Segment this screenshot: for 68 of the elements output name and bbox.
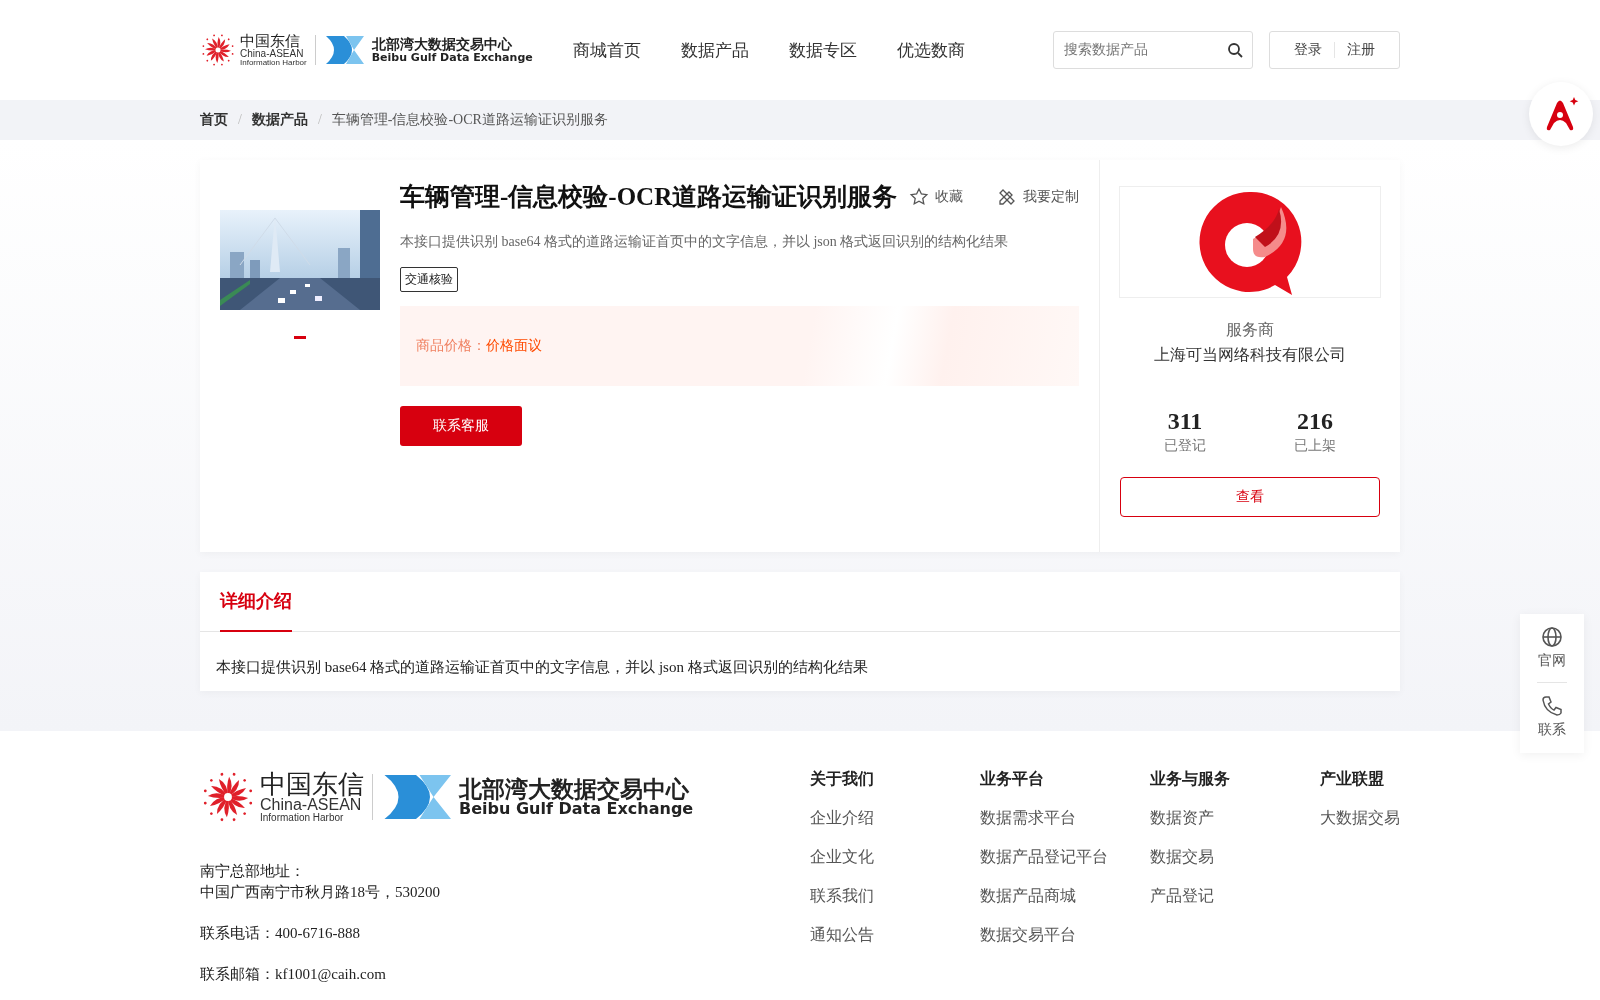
contact-link[interactable]: 联系 xyxy=(1538,695,1566,739)
globe-icon xyxy=(1541,626,1563,648)
breadcrumb-current: 车辆管理-信息校验-OCR道路运输证识别服务 xyxy=(331,111,608,129)
search-icon xyxy=(1227,42,1243,58)
footer-heading: 产业联盟 xyxy=(1320,769,1385,790)
provider-name: 上海可当网络科技有限公司 xyxy=(1154,345,1346,366)
logo-subtitle: China-ASEAN xyxy=(240,48,305,59)
footer-link[interactable]: 企业介绍 xyxy=(810,808,980,829)
footer-link[interactable]: 通知公告 xyxy=(810,925,980,946)
provider-label: 服务商 xyxy=(1226,320,1274,341)
website-link[interactable]: 官网 xyxy=(1538,626,1566,670)
detail-text: 本接口提供识别 base64 格式的道路运输证首页中的文字信息，并以 json 格式返回识别的结构化结果 xyxy=(215,658,869,677)
footer-link[interactable]: 产品登记 xyxy=(1150,886,1320,907)
stat-label: 已登记 xyxy=(1164,437,1206,455)
breadcrumb-separator: / xyxy=(317,112,322,128)
footer-link[interactable]: 数据需求平台 xyxy=(980,808,1150,829)
contact-service-button[interactable]: 联系客服 xyxy=(400,406,522,446)
product-title: 车辆管理-信息校验-OCR道路运输证识别服务 xyxy=(400,182,898,212)
detail-tab[interactable]: 详细介绍 xyxy=(220,572,292,632)
star-icon xyxy=(909,186,929,207)
side-label: 官网 xyxy=(1538,652,1566,670)
logo-title: 中国东信 xyxy=(240,33,300,49)
nav-link[interactable]: 优选数商 xyxy=(896,38,965,62)
footer-link[interactable]: 企业文化 xyxy=(810,847,980,868)
stat-value: 216 xyxy=(1297,408,1333,435)
logo-subtitle: Information Harbor xyxy=(260,813,345,823)
flower-logo-icon xyxy=(200,32,236,68)
stat-value: 311 xyxy=(1167,408,1203,435)
nav-link[interactable]: 数据专区 xyxy=(788,38,857,62)
breadcrumb-link[interactable]: 首页 xyxy=(200,111,228,129)
logo-title: 中国东信 xyxy=(260,771,364,797)
logo-title: 北部湾大数据交易中心 xyxy=(459,776,689,801)
logo-subtitle: China-ASEAN xyxy=(260,797,362,813)
footer-heading: 业务与服务 xyxy=(1150,769,1231,790)
logo-subtitle: Beibu Gulf Data Exchange xyxy=(459,800,694,818)
view-button[interactable]: 查看 xyxy=(1120,477,1380,517)
footer-link[interactable]: 数据交易平台 xyxy=(980,925,1150,946)
footer-link[interactable]: 数据交易 xyxy=(1150,847,1320,868)
address-text: 中国广西南宁市秋月路18号，530200 xyxy=(200,883,441,902)
side-label: 联系 xyxy=(1538,721,1566,739)
footer-link[interactable]: 数据产品登记平台 xyxy=(980,847,1150,868)
nav-link[interactable]: 数据产品 xyxy=(680,38,749,62)
logo-title: 北部湾大数据交易中心 xyxy=(371,36,513,52)
address-label: 南宁总部地址： xyxy=(200,862,306,881)
favorite-button[interactable]: 收藏 xyxy=(909,186,963,207)
login-link[interactable]: 登录 xyxy=(1282,41,1334,59)
search-field[interactable]: 搜索数据产品 xyxy=(1053,31,1253,69)
email-text: 联系邮箱：kf1001@caih.com xyxy=(200,965,387,984)
register-link[interactable]: 注册 xyxy=(1335,41,1387,59)
stat-label: 已上架 xyxy=(1294,437,1336,455)
price-label: 商品价格： xyxy=(416,337,486,355)
breadcrumb-separator: / xyxy=(238,112,242,128)
footer-link[interactable]: 数据产品商城 xyxy=(980,886,1150,907)
breadcrumb-link[interactable]: 数据产品 xyxy=(251,111,308,129)
logo-subtitle: Beibu Gulf Data Exchange xyxy=(371,51,533,64)
footer-heading: 关于我们 xyxy=(810,769,875,790)
product-description: 本接口提供识别 base64 格式的道路运输证首页中的文字信息，并以 json 格式返回识别的结构化结果 xyxy=(400,233,1010,251)
footer-heading: 业务平台 xyxy=(980,769,1045,790)
footer-link[interactable]: 数据资产 xyxy=(1150,808,1320,829)
category-tag: 交通核验 xyxy=(400,267,458,292)
phone-text: 联系电话：400-6716-888 xyxy=(200,924,361,943)
customize-button[interactable]: 我要定制 xyxy=(997,186,1079,207)
nav-link[interactable]: 商城首页 xyxy=(572,38,641,62)
phone-icon xyxy=(1541,695,1563,717)
footer-link[interactable]: 联系我们 xyxy=(810,886,980,907)
footer-link[interactable]: 大数据交易 xyxy=(1320,808,1400,829)
price-value: 价格面议 xyxy=(486,337,542,355)
logo-subtitle: Information Harbor xyxy=(240,58,307,67)
